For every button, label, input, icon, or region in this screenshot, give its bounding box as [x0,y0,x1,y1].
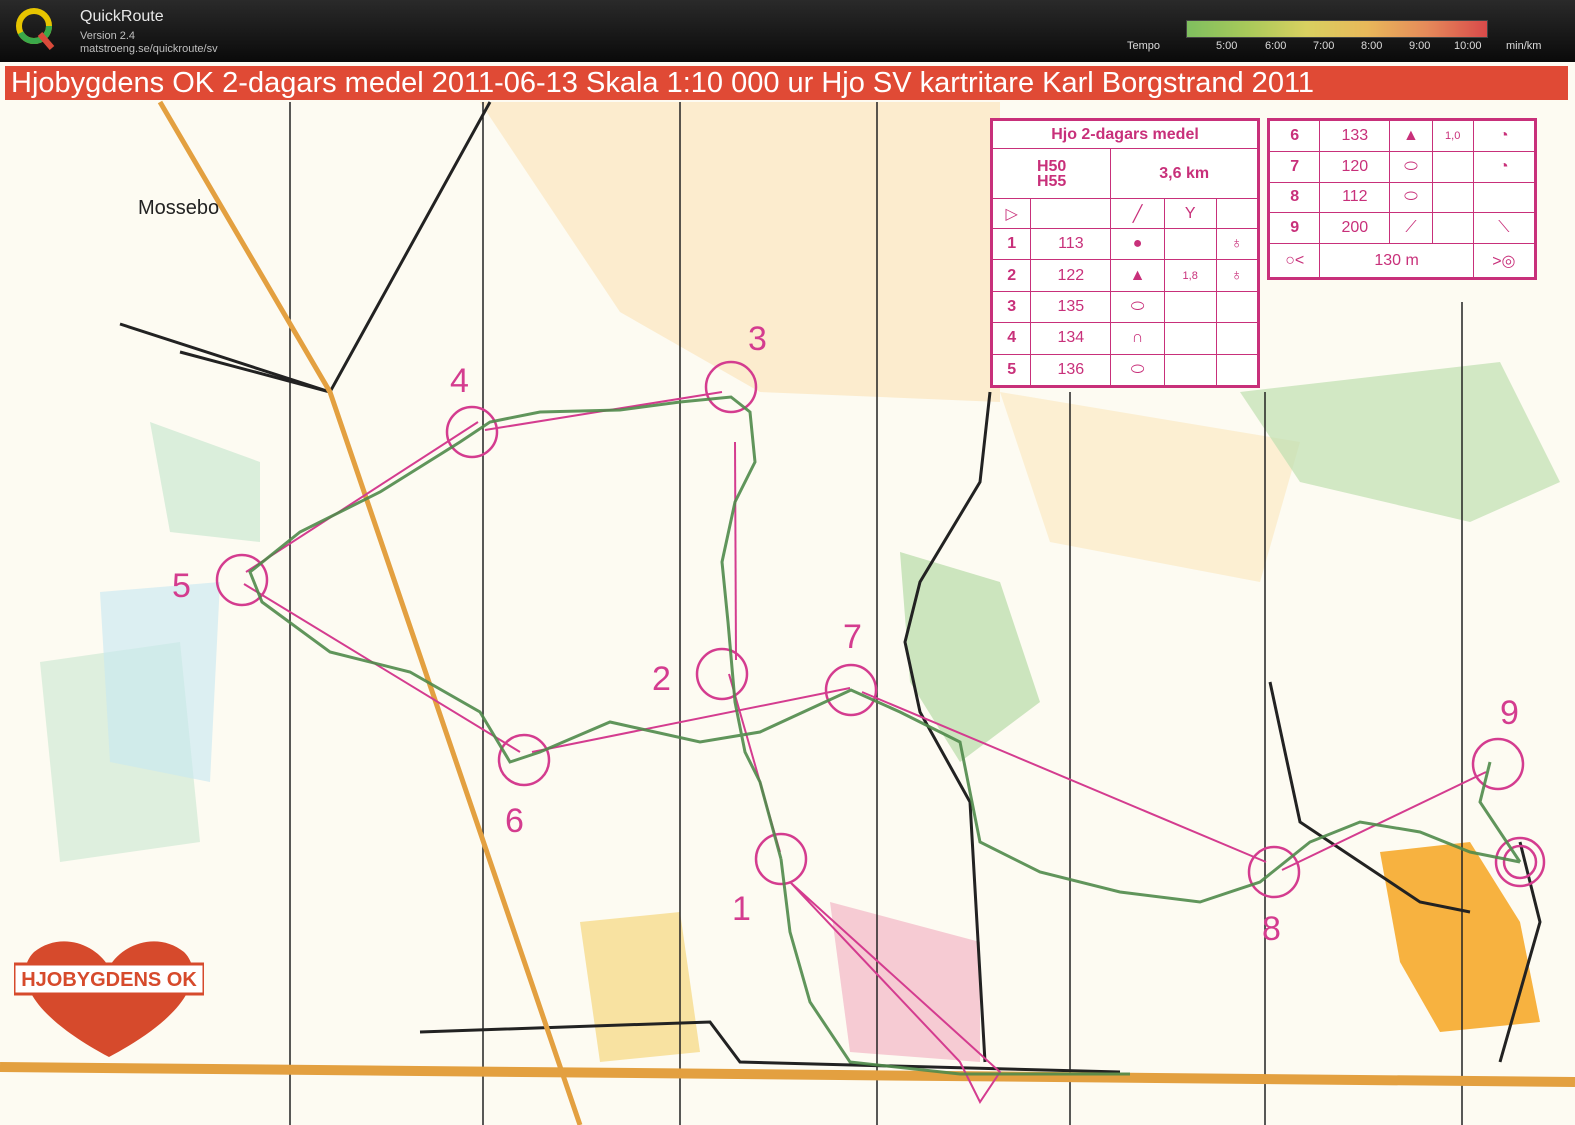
tempo-color-scale [1186,20,1488,38]
app-header: QuickRoute Version 2.4 matstroeng.se/qui… [0,0,1575,62]
tempo-label: Tempo [1127,40,1161,52]
course-title: Hjo 2-dagars medel [992,120,1258,149]
control-label-2: 2 [652,660,671,698]
finish-icon: >◎ [1472,243,1536,278]
control-feature-icon: ⬭ [1110,290,1165,324]
tempo-tick: 8:00 [1361,40,1383,52]
course-classes: H50 H55 [991,148,1112,199]
control-description-sheet-continued: 6 133 ▲ 1,0 ◔ 7 120 ⬭ ◔ 8 112 ⬭ 9 200 ⟋ ⟍ ○< 130 m >◎ [1267,118,1537,280]
tempo-tick: 10:00 [1454,40,1482,52]
control-label-6: 6 [505,802,524,840]
club-logo-text: HJOBYGDENS OK [21,969,197,991]
control-feature-icon: ▲ [1110,259,1165,292]
control-label-5: 5 [172,567,191,605]
map-header: Hjobygdens OK 2-dagars medel 2011-06-13 … [5,66,1568,100]
place-name-label: Mossebo [138,197,220,219]
app-version: Version 2.4 [80,30,136,42]
quickroute-logo-icon [16,8,55,50]
control-label-8: 8 [1262,910,1281,948]
control-feature-icon: ▲ [1389,120,1433,152]
app-title: QuickRoute [80,8,164,25]
tempo-tick: 6:00 [1265,40,1287,52]
app-url[interactable]: matstroeng.se/quickroute/sv [80,43,218,55]
control-feature-icon: ⟋ [1389,212,1433,244]
control-feature-icon: ⬭ [1389,181,1433,214]
tempo-tick: 9:00 [1409,40,1431,52]
control-label-3: 3 [748,320,767,358]
fork-symbol-icon: Y [1163,198,1217,229]
path-symbol-icon: ╱ [1110,198,1165,229]
control-feature-icon: ● [1110,227,1165,261]
control-feature-icon: ∩ [1110,322,1165,355]
control-label-4: 4 [450,362,469,400]
control-label-1: 1 [732,890,751,928]
tempo-unit: min/km [1506,40,1542,52]
finish-start-icon: ○< [1268,243,1321,278]
control-feature-icon: ⬭ [1389,150,1433,183]
club-logo: HJOBYGDENS OK [14,941,204,1057]
start-triangle-icon: ▷ [991,198,1032,229]
control-feature-icon: ⬭ [1110,353,1165,387]
control-description-sheet: Hjo 2-dagars medel H50 H55 3,6 km ▷ ╱ Y 11… [990,118,1260,388]
tempo-tick: 5:00 [1216,40,1238,52]
finish-distance: 130 m [1319,243,1474,278]
orienteering-map[interactable]: Hjobygdens OK 2-dagars medel 2011-06-13 … [0,62,1575,1125]
control-label-9: 9 [1500,694,1519,732]
course-length: 3,6 km [1110,148,1258,199]
tempo-tick: 7:00 [1313,40,1335,52]
control-label-7: 7 [843,618,862,656]
